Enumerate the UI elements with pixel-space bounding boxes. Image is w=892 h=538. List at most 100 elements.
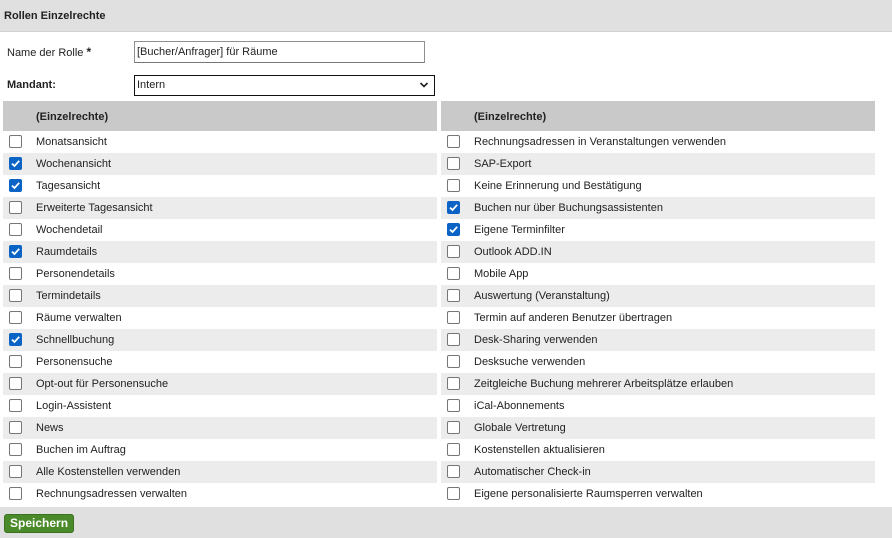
permission-label: iCal-Abonnements	[474, 400, 565, 412]
permission-row: Wochenansicht	[3, 153, 437, 175]
permission-label: Personendetails	[36, 268, 115, 280]
permission-checkbox[interactable]	[447, 201, 460, 214]
checkmark-icon	[449, 204, 458, 212]
permission-checkbox[interactable]	[9, 487, 22, 500]
permission-checkbox[interactable]	[9, 355, 22, 368]
permission-checkbox[interactable]	[9, 399, 22, 412]
permission-row: Termindetails	[3, 285, 437, 307]
permission-row: Monatsansicht	[3, 131, 437, 153]
permission-row: Eigene personalisierte Raumsperren verwa…	[441, 483, 875, 505]
page-title: Rollen Einzelrechte	[4, 10, 106, 22]
permission-checkbox[interactable]	[447, 333, 460, 346]
permission-checkbox[interactable]	[447, 223, 460, 236]
permission-label: Wochendetail	[36, 224, 103, 236]
permission-row: Rechnungsadressen verwalten	[3, 483, 437, 505]
permission-label: Tagesansicht	[36, 180, 101, 192]
checkmark-icon	[11, 336, 20, 344]
permission-row: Buchen im Auftrag	[3, 439, 437, 461]
permission-label: Desksuche verwenden	[474, 356, 586, 368]
permission-label: Automatischer Check-in	[474, 466, 591, 478]
column-header-label: (Einzelrechte)	[474, 111, 547, 123]
permission-label: Schnellbuchung	[36, 334, 115, 346]
permission-label: Opt-out für Personensuche	[36, 378, 169, 390]
save-button[interactable]: Speichern	[4, 514, 75, 533]
permission-checkbox[interactable]	[447, 245, 460, 258]
permission-label: Kostenstellen aktualisieren	[474, 444, 605, 456]
permission-label: Wochenansicht	[36, 158, 112, 170]
permission-checkbox[interactable]	[9, 201, 22, 214]
permission-checkbox[interactable]	[9, 421, 22, 434]
permission-row: Eigene Terminfilter	[441, 219, 875, 241]
permission-checkbox[interactable]	[9, 465, 22, 478]
permission-checkbox[interactable]	[447, 487, 460, 500]
permission-checkbox[interactable]	[447, 421, 460, 434]
checkmark-icon	[11, 248, 20, 256]
title-bar: Rollen Einzelrechte	[0, 0, 892, 32]
permission-row: Outlook ADD.IN	[441, 241, 875, 263]
permission-label: Eigene personalisierte Raumsperren verwa…	[474, 488, 703, 500]
permissions-table: (Einzelrechte) Monatsansicht Wochenansich…	[3, 101, 877, 507]
permissions-column-left: (Einzelrechte) Monatsansicht Wochenansich…	[3, 101, 437, 505]
permission-checkbox[interactable]	[447, 289, 460, 302]
permission-label: Personensuche	[36, 356, 113, 368]
mandant-select[interactable]: Intern	[134, 75, 435, 96]
permission-label: Desk-Sharing verwenden	[474, 334, 598, 346]
permission-checkbox[interactable]	[447, 157, 460, 170]
permission-row: Termin auf anderen Benutzer übertragen	[441, 307, 875, 329]
permission-row: Personendetails	[3, 263, 437, 285]
column-header-label: (Einzelrechte)	[36, 111, 109, 123]
permission-label: Alle Kostenstellen verwenden	[36, 466, 181, 478]
permission-row: Globale Vertretung	[441, 417, 875, 439]
permission-checkbox[interactable]	[447, 377, 460, 390]
permission-checkbox[interactable]	[447, 179, 460, 192]
role-name-label: Name der Rolle *	[7, 45, 91, 59]
permission-label: SAP-Export	[474, 158, 532, 170]
permission-label: Buchen im Auftrag	[36, 444, 126, 456]
permission-checkbox[interactable]	[447, 465, 460, 478]
column-header: (Einzelrechte)	[3, 101, 437, 131]
checkmark-icon	[449, 226, 458, 234]
permission-row: Räume verwalten	[3, 307, 437, 329]
permission-label: Rechnungsadressen verwalten	[36, 488, 188, 500]
permission-checkbox[interactable]	[9, 311, 22, 324]
permission-row: Keine Erinnerung und Bestätigung	[441, 175, 875, 197]
permission-checkbox[interactable]	[9, 223, 22, 236]
permission-checkbox[interactable]	[447, 355, 460, 368]
permission-row: Rechnungsadressen in Veranstaltungen ver…	[441, 131, 875, 153]
permission-label: Räume verwalten	[36, 312, 122, 324]
checkmark-icon	[11, 160, 20, 168]
permission-checkbox[interactable]	[447, 443, 460, 456]
permission-checkbox[interactable]	[447, 267, 460, 280]
permission-label: Globale Vertretung	[474, 422, 566, 434]
required-mark: *	[86, 45, 92, 59]
permission-checkbox[interactable]	[9, 377, 22, 390]
permission-checkbox[interactable]	[447, 399, 460, 412]
mandant-label: Mandant:	[7, 79, 56, 91]
permission-checkbox[interactable]	[447, 311, 460, 324]
permission-checkbox[interactable]	[9, 443, 22, 456]
permission-row: Opt-out für Personensuche	[3, 373, 437, 395]
permission-row: iCal-Abonnements	[441, 395, 875, 417]
permission-checkbox[interactable]	[9, 289, 22, 302]
role-name-input[interactable]	[134, 41, 425, 63]
permission-checkbox[interactable]	[9, 135, 22, 148]
permission-row: Erweiterte Tagesansicht	[3, 197, 437, 219]
column-header: (Einzelrechte)	[441, 101, 875, 131]
permission-checkbox[interactable]	[9, 267, 22, 280]
permission-label: Buchen nur über Buchungsassistenten	[474, 202, 663, 214]
permission-label: Termin auf anderen Benutzer übertragen	[474, 312, 673, 324]
permission-checkbox[interactable]	[9, 333, 22, 346]
permission-row: Desk-Sharing verwenden	[441, 329, 875, 351]
permission-label: Monatsansicht	[36, 136, 107, 148]
role-name-label-text: Name der Rolle	[7, 47, 84, 59]
permission-checkbox[interactable]	[9, 245, 22, 258]
permission-label: Termindetails	[36, 290, 101, 302]
permission-row: Mobile App	[441, 263, 875, 285]
permission-checkbox[interactable]	[9, 157, 22, 170]
permission-checkbox[interactable]	[9, 179, 22, 192]
permission-row: Auswertung (Veranstaltung)	[441, 285, 875, 307]
permission-label: Rechnungsadressen in Veranstaltungen ver…	[474, 136, 726, 148]
permission-checkbox[interactable]	[447, 135, 460, 148]
permission-row: Wochendetail	[3, 219, 437, 241]
permission-label: Keine Erinnerung und Bestätigung	[474, 180, 642, 192]
